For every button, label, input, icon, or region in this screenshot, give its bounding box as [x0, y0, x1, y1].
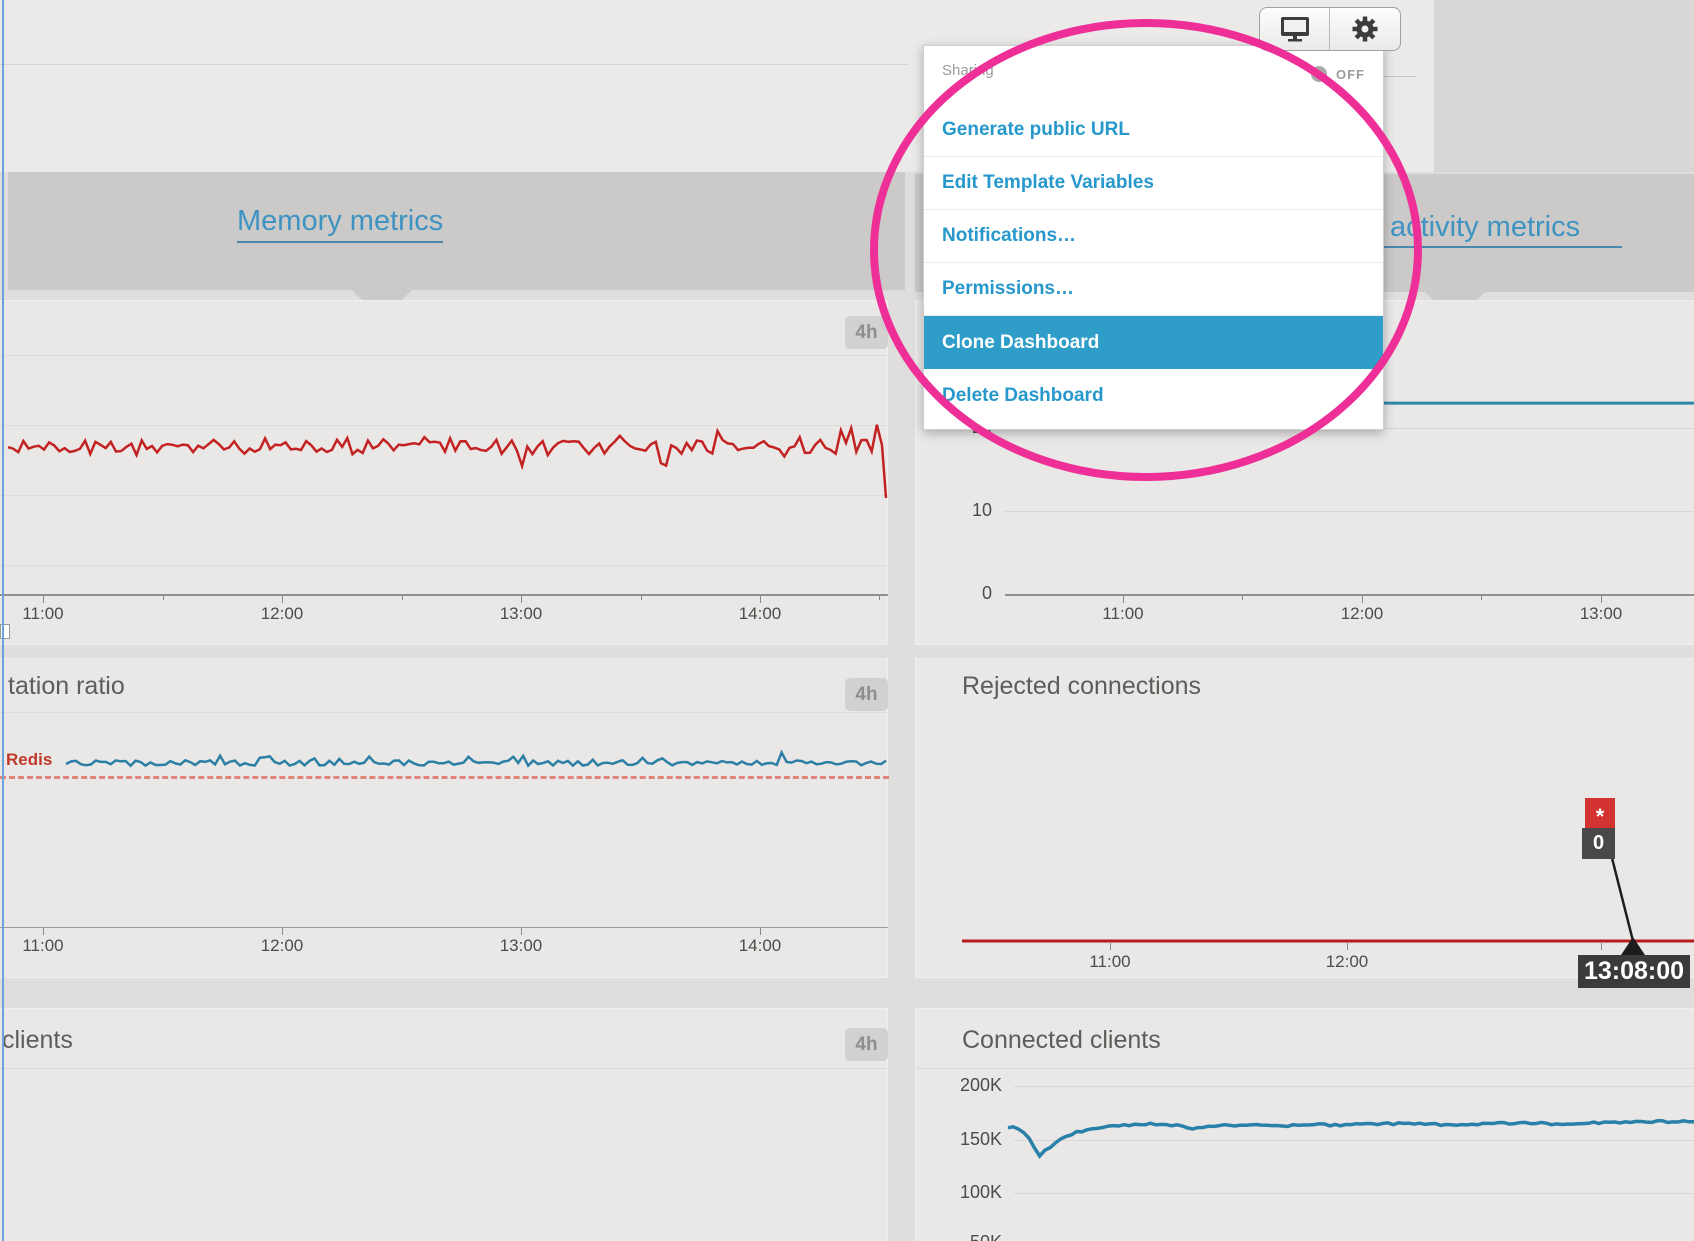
sharing-menu-header: Sharing	[942, 62, 994, 79]
menu-item-permissions[interactable]: Permissions…	[924, 263, 1383, 316]
event-marker-value: 0	[1582, 828, 1615, 859]
window-left-edge	[2, 0, 4, 1241]
monitor-icon	[1280, 16, 1310, 42]
event-marker-flag[interactable]: *	[1585, 798, 1615, 828]
settings-button[interactable]	[1329, 8, 1399, 50]
fragmentation-series-line	[66, 753, 886, 766]
connected-series-line	[1008, 1121, 1694, 1156]
menu-item-delete-dashboard[interactable]: Delete Dashboard	[924, 369, 1383, 422]
screen-mode-button[interactable]	[1260, 8, 1329, 50]
sharing-menu: Sharing OFF Generate public URL Edit Tem…	[923, 45, 1384, 430]
tooltip-pointer	[1621, 937, 1645, 955]
menu-item-edit-template-variables[interactable]: Edit Template Variables	[924, 157, 1383, 210]
dashboard-toolbar	[1259, 7, 1401, 51]
menu-item-generate-public-url[interactable]: Generate public URL	[924, 104, 1383, 157]
sharing-toggle-label[interactable]: OFF	[1336, 67, 1365, 82]
memory-series-line	[8, 425, 886, 498]
menu-item-clone-dashboard[interactable]: Clone Dashboard	[924, 316, 1383, 369]
dashboard-screen: Memory metrics activity metrics 11:00 12…	[0, 0, 1694, 1241]
sharing-toggle-knob[interactable]	[1311, 66, 1327, 82]
chart-series-layer	[0, 0, 1694, 1241]
gear-icon	[1350, 14, 1380, 44]
menu-item-notifications[interactable]: Notifications…	[924, 210, 1383, 263]
time-tooltip: 13:08:00	[1578, 955, 1690, 988]
marker-connector-line	[1612, 858, 1633, 941]
